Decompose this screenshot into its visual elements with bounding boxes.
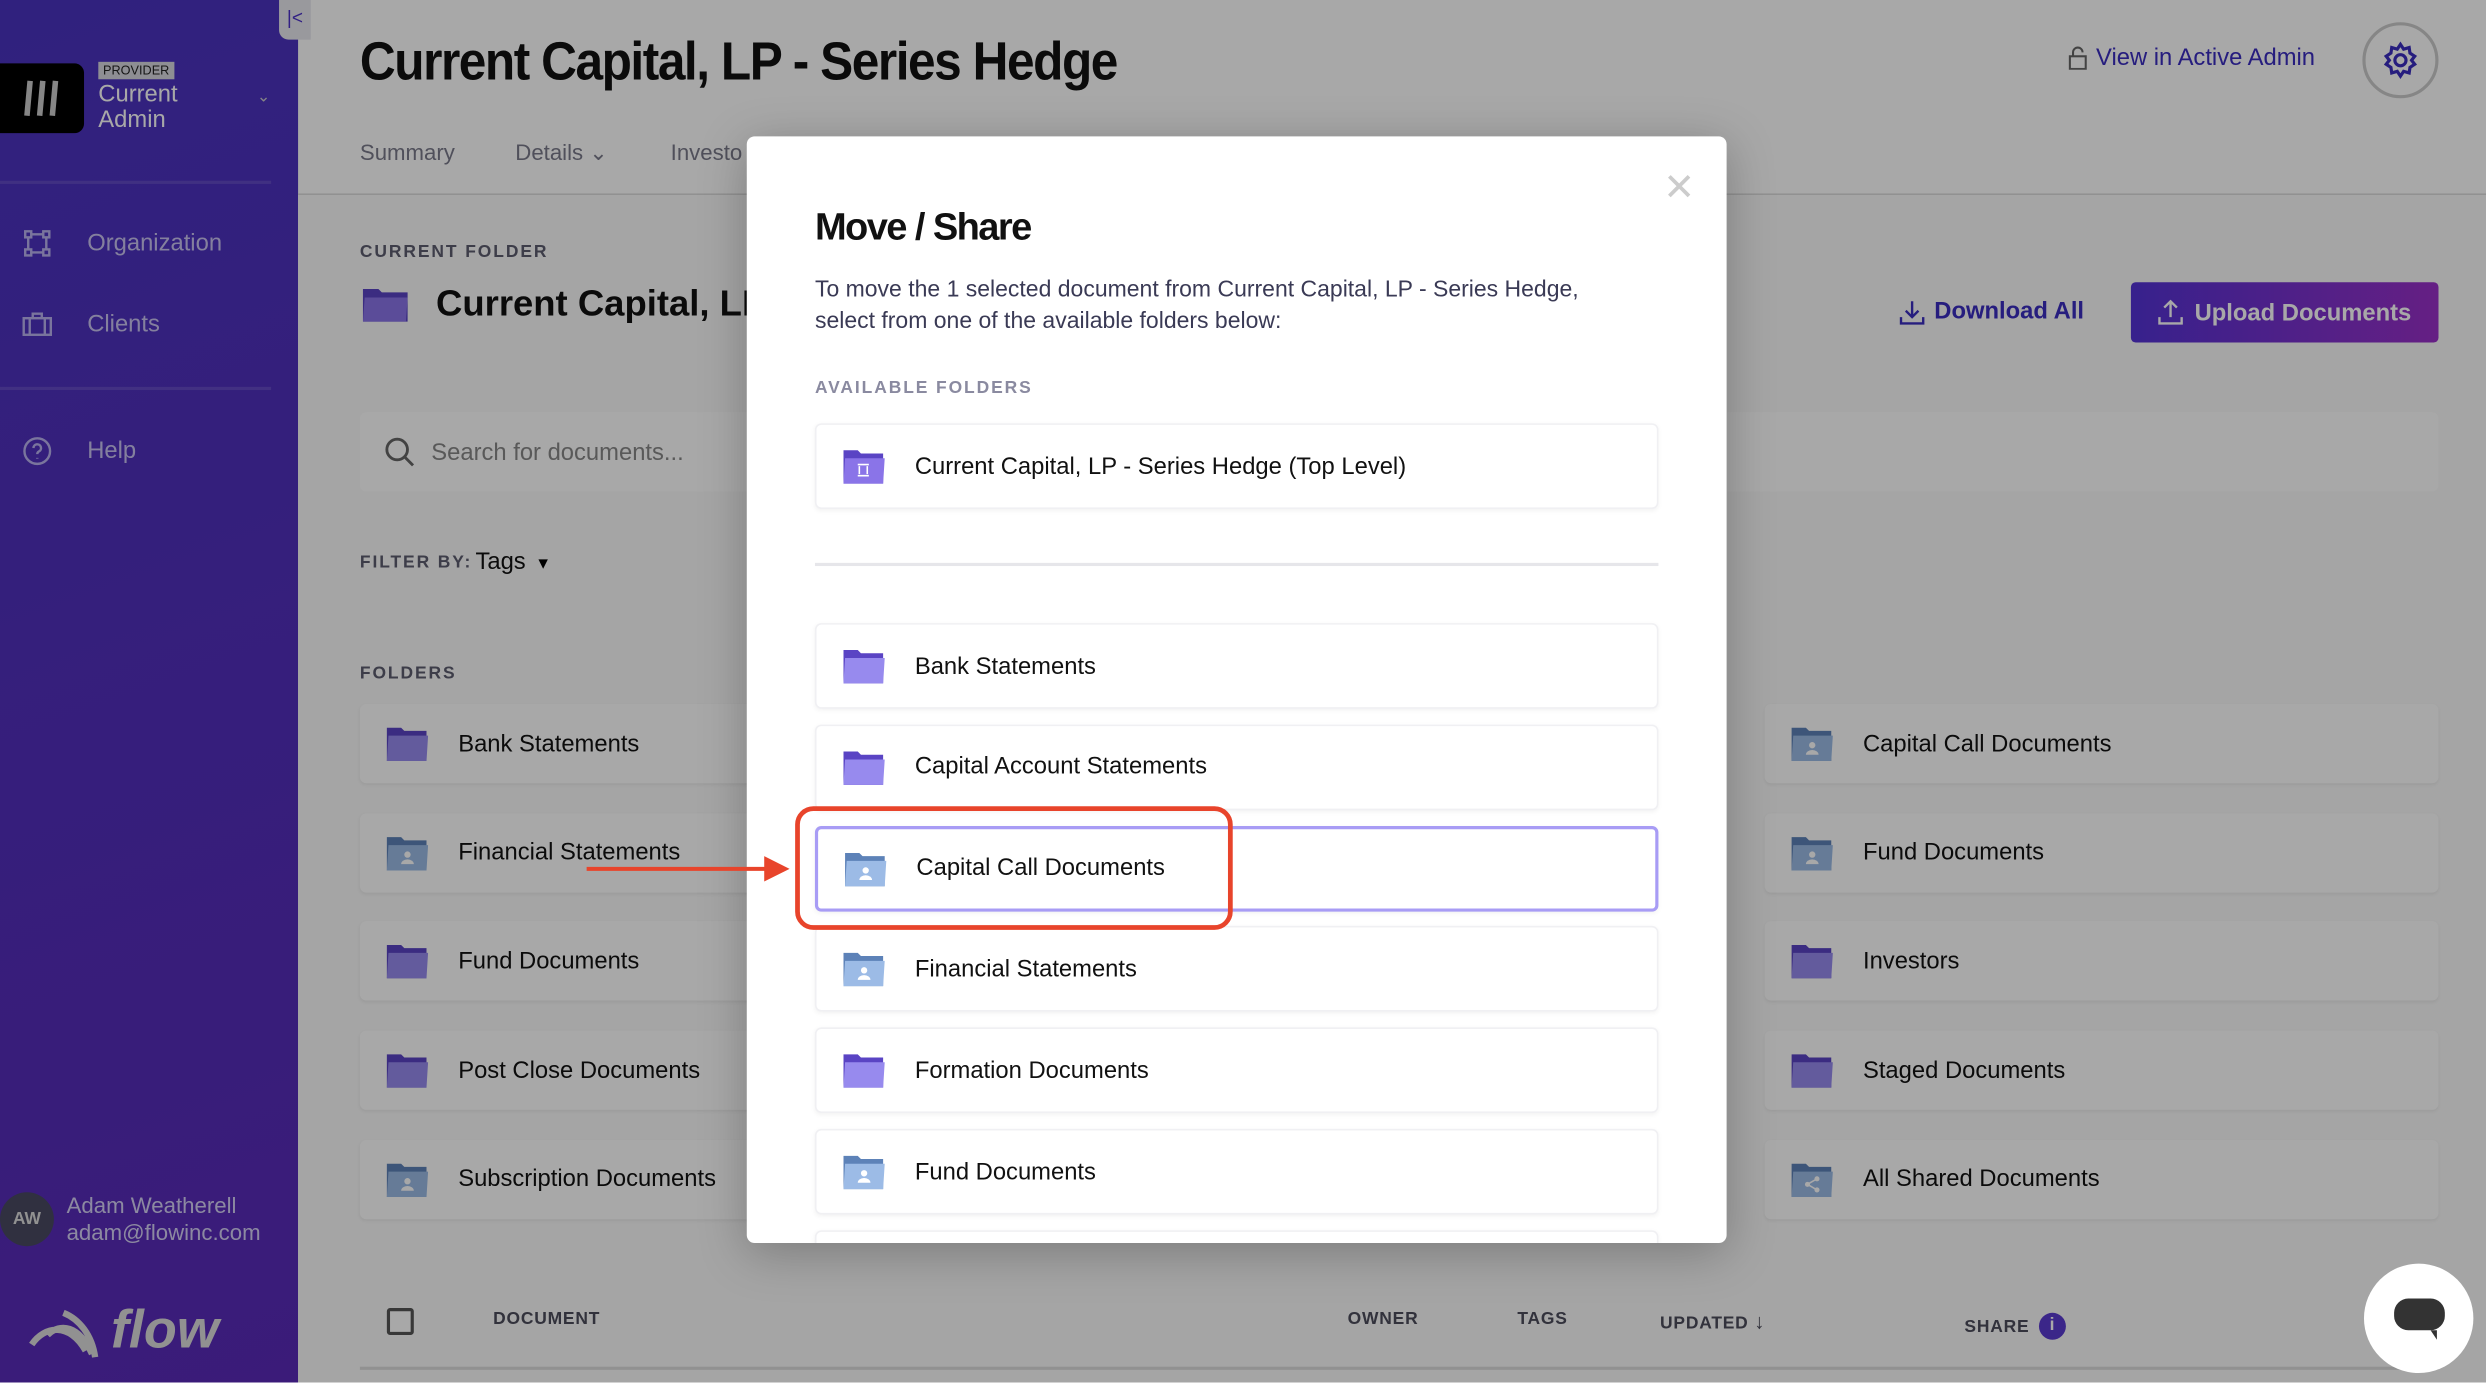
folder-option-top-level[interactable]: Current Capital, LP - Series Hedge (Top …	[814, 423, 1659, 509]
folder-name: Capital Account Statements	[914, 753, 1208, 781]
folder-name: Bank Statements	[914, 652, 1096, 680]
divider	[814, 562, 1659, 567]
shared-folder-icon	[843, 953, 885, 987]
folder-icon	[843, 751, 885, 785]
app: PROVIDER Current Admin ⌄ Organization Cli…	[0, 0, 2486, 1383]
folder-name: Fund Documents	[914, 1158, 1096, 1186]
move-share-modal: ✕ Move / Share To move the 1 selected do…	[746, 136, 1727, 1244]
folder-option[interactable]: Formation Documents	[814, 1027, 1659, 1114]
folder-option[interactable]: Capital Account Statements	[814, 724, 1659, 810]
folder-option[interactable]: Bank Statements	[814, 623, 1659, 709]
available-folders-label: AVAILABLE FOLDERS	[814, 378, 1033, 398]
folder-icon	[843, 1054, 885, 1088]
modal-title: Move / Share	[814, 206, 1032, 249]
annotation-arrow-head	[764, 856, 790, 882]
folder-name: Financial Statements	[914, 955, 1137, 983]
chat-button[interactable]	[2363, 1263, 2474, 1374]
folder-name: Current Capital, LP - Series Hedge (Top …	[914, 452, 1407, 480]
close-icon[interactable]: ✕	[1663, 165, 1695, 211]
annotation	[586, 806, 1233, 930]
modal-description: To move the 1 selected document from Cur…	[814, 277, 1579, 335]
annotation-highlight-box	[795, 806, 1233, 930]
shared-folder-icon	[843, 1155, 885, 1190]
organization-folder-icon	[843, 450, 885, 484]
folder-option[interactable]: Fund Documents	[814, 1128, 1659, 1215]
folder-option[interactable]	[814, 1230, 1659, 1244]
folder-name: Formation Documents	[914, 1057, 1149, 1084]
chat-icon	[2393, 1297, 2445, 1339]
folder-icon	[843, 650, 885, 684]
